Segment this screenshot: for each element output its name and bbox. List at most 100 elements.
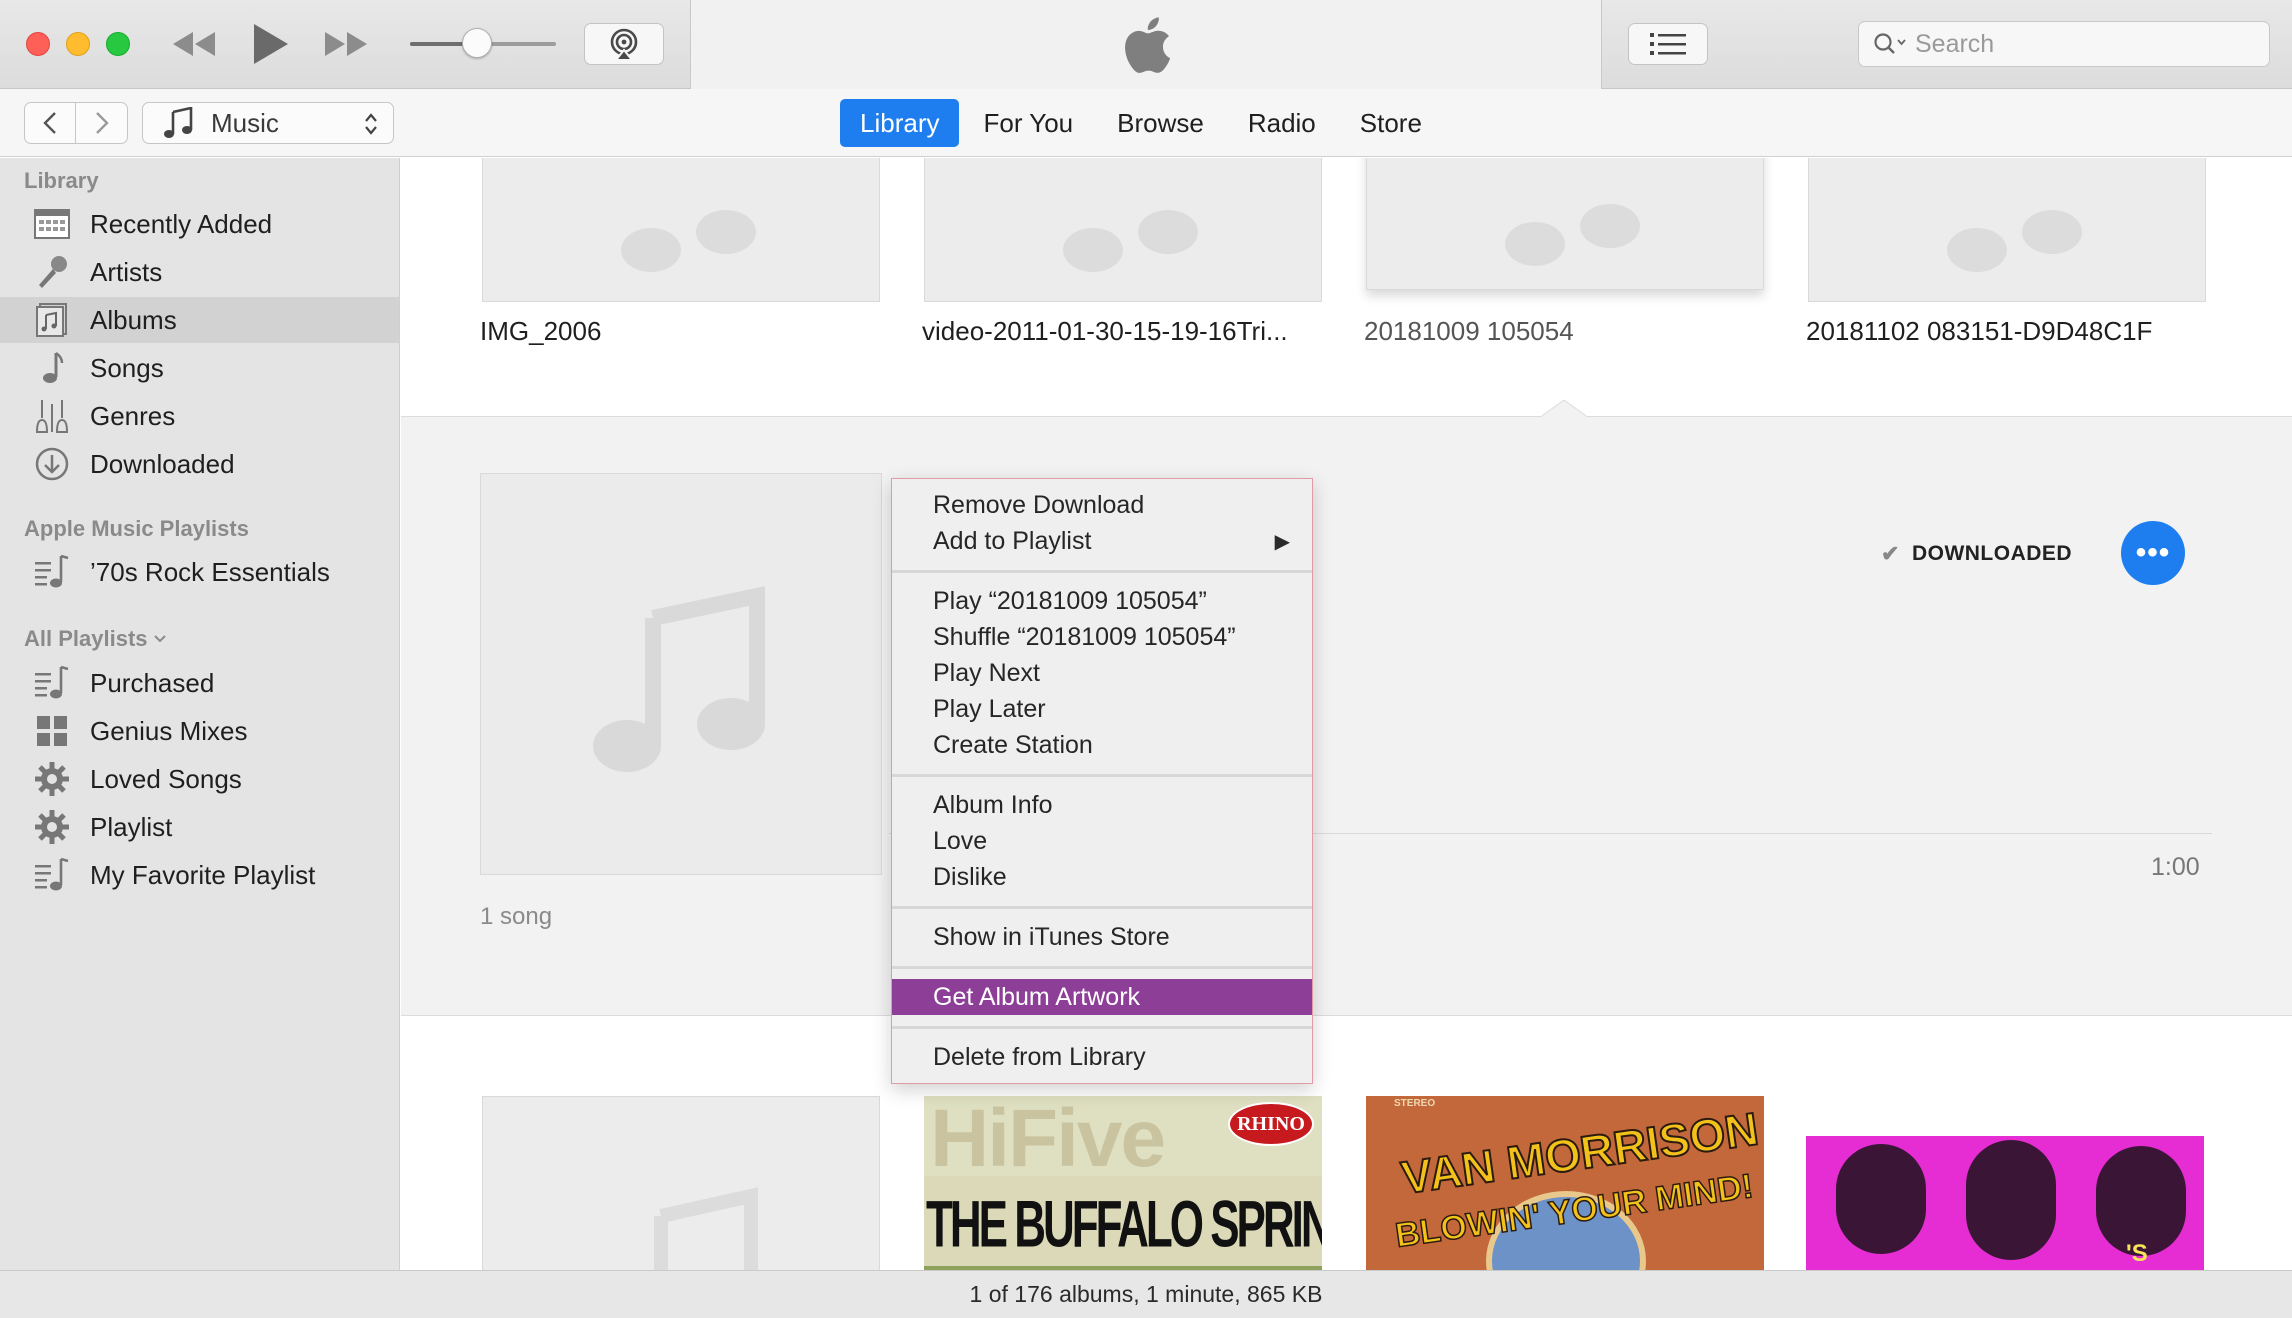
menu-item-label: Album Info — [933, 790, 1053, 819]
album-title[interactable]: IMG_2006 — [480, 316, 601, 347]
album-artwork-20181009-105054[interactable] — [1366, 158, 1764, 290]
albums-grid: IMG_2006 video-2011-01-30-15-19-16Tri...… — [401, 158, 2292, 1270]
downloaded-label: DOWNLOADED — [1911, 542, 2073, 565]
chevron-right-icon — [95, 112, 109, 134]
chevron-left-icon — [43, 112, 56, 134]
album-artwork-placeholder[interactable] — [482, 1096, 880, 1270]
play-button[interactable] — [245, 22, 295, 66]
menu-item-dislike[interactable]: Dislike — [892, 859, 1312, 895]
tab-for-you[interactable]: For You — [963, 99, 1093, 147]
art-text-buffalo-springfield: THE BUFFALO SPRINGFIELD — [926, 1188, 1322, 1262]
airplay-button[interactable] — [584, 23, 664, 65]
menu-item-play[interactable]: Play “20181009 105054” — [892, 583, 1312, 619]
album-context-menu: Remove Download Add to Playlist ▶ Play “2… — [891, 478, 1313, 1084]
list-icon — [1650, 33, 1686, 55]
now-playing-display — [690, 0, 1602, 89]
menu-item-delete-from-library[interactable]: Delete from Library — [892, 1039, 1312, 1075]
sidebar-item-genres[interactable]: Genres — [0, 393, 399, 439]
menu-item-play-later[interactable]: Play Later — [892, 691, 1312, 727]
genius-grid-icon — [32, 711, 72, 751]
back-button[interactable] — [25, 103, 77, 143]
playlist-icon — [32, 552, 72, 592]
chevron-down-icon — [153, 635, 166, 643]
album-detail-panel: 1 song 054 ✔ DOWNLOADED ••• 1:00 — [401, 400, 2292, 1016]
menu-item-label: Get Album Artwork — [933, 982, 1141, 1011]
album-title[interactable]: 20181102 083151-D9D48C1F — [1806, 316, 2152, 347]
sidebar-item-recently-added[interactable]: Recently Added — [0, 201, 399, 247]
close-window-button[interactable] — [26, 32, 50, 56]
sidebar-item-label: Genres — [90, 400, 176, 431]
airplay-icon — [610, 28, 638, 61]
rewind-icon — [173, 32, 215, 56]
sidebar-item-songs[interactable]: Songs — [0, 345, 399, 391]
menu-item-remove-download[interactable]: Remove Download — [892, 487, 1312, 523]
album-artwork-20181102[interactable] — [1808, 158, 2206, 302]
sidebar-item-label: Songs — [90, 352, 164, 383]
album-artwork-video[interactable] — [924, 158, 1322, 302]
history-arrows — [24, 102, 128, 144]
sidebar-item-my-favorite-playlist[interactable]: My Favorite Playlist — [0, 852, 399, 898]
menu-item-label: Play “20181009 105054” — [933, 586, 1207, 615]
album-artwork-van-morrison[interactable]: STEREO VAN MORRISON BLOWIN' YOUR MIND! — [1366, 1096, 1764, 1270]
tab-store[interactable]: Store — [1340, 99, 1442, 147]
album-title[interactable]: 20181009 105054 — [1364, 316, 1574, 347]
library-tabs: Library For You Browse Radio Store — [840, 99, 1446, 147]
album-artwork-magenta[interactable]: 'S — [1806, 1136, 2204, 1270]
music-note-icon — [164, 107, 193, 138]
sidebar-item-downloaded[interactable]: Downloaded — [0, 441, 399, 487]
up-down-chevron-icon — [365, 113, 377, 135]
menu-item-label: Play Next — [933, 658, 1040, 687]
volume-slider[interactable] — [410, 28, 556, 58]
downloaded-status: ✔ DOWNLOADED — [1881, 541, 2072, 567]
sidebar-item-70s-rock-essentials[interactable]: ’70s Rock Essentials — [0, 549, 399, 595]
sidebar-header-all-playlists[interactable]: All Playlists — [24, 626, 168, 652]
tab-library[interactable]: Library — [840, 99, 960, 147]
music-note-placeholder-icon — [1947, 210, 2082, 272]
minimize-window-button[interactable] — [66, 32, 90, 56]
menu-item-love[interactable]: Love — [892, 823, 1312, 859]
gear-icon — [32, 759, 72, 799]
menu-item-play-next[interactable]: Play Next — [892, 655, 1312, 691]
menu-item-label: Shuffle “20181009 105054” — [933, 622, 1236, 651]
sidebar-item-playlist[interactable]: Playlist — [0, 804, 399, 850]
up-next-button[interactable] — [1628, 23, 1708, 65]
tab-radio[interactable]: Radio — [1228, 99, 1336, 147]
album-artwork-buffalo-springfield[interactable]: HiFive RHINO THE BUFFALO SPRINGFIELD — [924, 1096, 1322, 1270]
more-options-button[interactable]: ••• — [2121, 521, 2185, 585]
sidebar-item-loved-songs[interactable]: Loved Songs — [0, 756, 399, 802]
volume-knob[interactable] — [462, 28, 492, 58]
album-detail-artwork[interactable] — [480, 473, 882, 875]
album-artwork-img-2006[interactable] — [482, 158, 880, 302]
art-text-stereo: STEREO — [1394, 1098, 1436, 1109]
search-field[interactable] — [1858, 21, 2270, 67]
submenu-arrow-icon: ▶ — [1274, 530, 1290, 553]
menu-item-album-info[interactable]: Album Info — [892, 787, 1312, 823]
menu-separator — [892, 774, 1312, 777]
album-icon — [32, 300, 72, 340]
playlist-icon — [32, 663, 72, 703]
menu-item-add-to-playlist[interactable]: Add to Playlist ▶ — [892, 523, 1312, 559]
tab-browse[interactable]: Browse — [1097, 99, 1224, 147]
menu-item-show-in-itunes-store[interactable]: Show in iTunes Store — [892, 919, 1312, 955]
sidebar-item-purchased[interactable]: Purchased — [0, 660, 399, 706]
rewind-button[interactable] — [168, 22, 220, 66]
fast-forward-button[interactable] — [320, 22, 372, 66]
sidebar-header-apple-music-playlists: Apple Music Playlists — [24, 516, 249, 541]
menu-item-get-album-artwork[interactable]: Get Album Artwork — [892, 979, 1312, 1015]
menu-item-shuffle[interactable]: Shuffle “20181009 105054” — [892, 619, 1312, 655]
play-icon — [254, 24, 288, 64]
album-title[interactable]: video-2011-01-30-15-19-16Tri... — [922, 316, 1288, 347]
status-bar: 1 of 176 albums, 1 minute, 865 KB — [0, 1270, 2292, 1318]
sidebar-item-genius-mixes[interactable]: Genius Mixes — [0, 708, 399, 754]
detail-pointer — [1539, 400, 1589, 418]
search-input[interactable] — [1915, 29, 2255, 59]
media-kind-selector[interactable]: Music — [142, 102, 394, 144]
guitar-icon — [32, 396, 72, 436]
sidebar-item-albums[interactable]: Albums — [0, 297, 399, 343]
menu-item-label: Remove Download — [933, 490, 1145, 519]
maximize-window-button[interactable] — [106, 32, 130, 56]
sidebar-item-artists[interactable]: Artists — [0, 249, 399, 295]
all-playlists-label: All Playlists — [24, 626, 148, 651]
forward-button[interactable] — [76, 103, 127, 143]
menu-item-create-station[interactable]: Create Station — [892, 727, 1312, 763]
